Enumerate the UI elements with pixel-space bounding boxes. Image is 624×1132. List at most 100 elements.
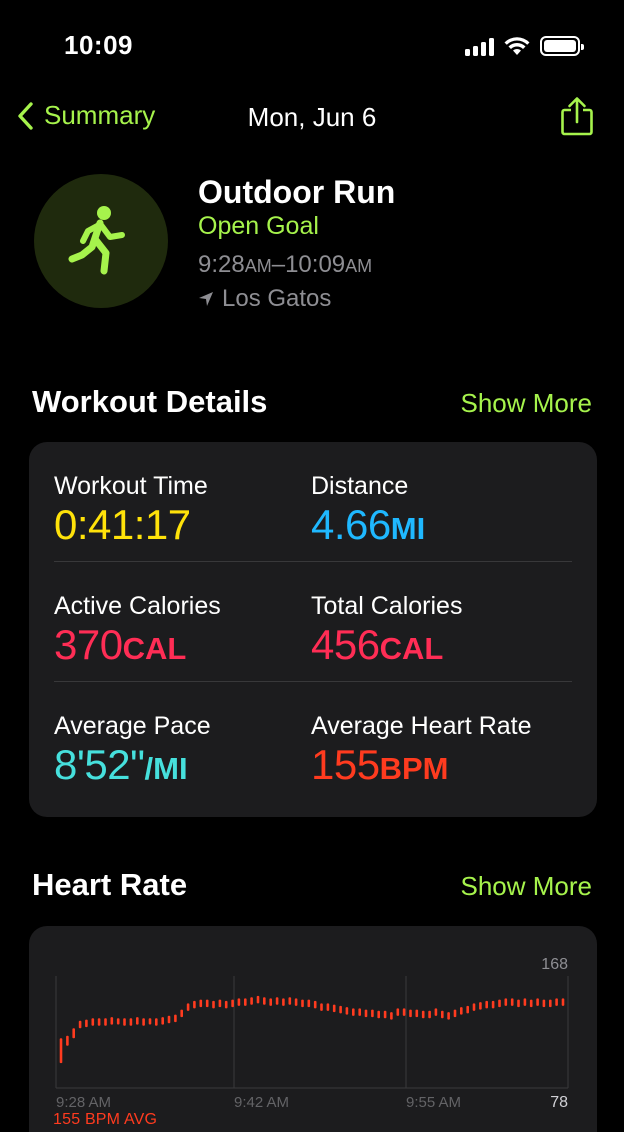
heart-rate-bar — [510, 998, 514, 1006]
workout-details-show-more[interactable]: Show More — [461, 388, 593, 419]
heart-rate-bar — [231, 999, 234, 1008]
heart-rate-card[interactable]: 9:28 AM 9:42 AM 9:55 AM 168 78 155 BPM AVG — [29, 926, 597, 1132]
heart-rate-bar — [313, 1000, 317, 1009]
heart-rate-bar — [224, 1000, 228, 1009]
average-heart-rate-metric: Average Heart Rate 155BPM — [311, 712, 532, 788]
heart-rate-bar — [142, 1018, 145, 1026]
heart-rate-bar — [358, 1008, 361, 1016]
heart-rate-bar — [371, 1009, 374, 1018]
total-calories-metric: Total Calories 456CAL — [311, 592, 463, 668]
x-tick-label: 9:28 AM — [56, 1094, 111, 1111]
workout-info: Outdoor Run Open Goal 9:28AM–10:09AM Los… — [198, 172, 395, 315]
status-time: 10:09 — [64, 30, 133, 60]
heart-rate-bar — [409, 1009, 412, 1018]
chevron-left-icon — [18, 101, 33, 130]
heart-rate-bar — [205, 999, 209, 1008]
heart-rate-chart: 9:28 AM 9:42 AM 9:55 AM 168 78 — [55, 956, 569, 1111]
heart-rate-bar — [332, 1004, 336, 1013]
heart-rate-bar — [396, 1008, 400, 1016]
heart-rate-bar — [161, 1017, 164, 1025]
distance-metric: Distance 4.66MI — [311, 472, 426, 548]
heart-rate-bar — [244, 998, 247, 1006]
heart-rate-bar — [237, 998, 241, 1006]
y-min-label: 78 — [550, 1094, 568, 1111]
heart-rate-bar — [193, 1000, 196, 1009]
heart-rate-bar — [129, 1018, 133, 1026]
heart-rate-bar — [275, 997, 279, 1005]
location-arrow-icon — [199, 292, 213, 306]
detail-row: Active Calories 370CAL Total Calories 45… — [54, 562, 572, 682]
wifi-icon — [504, 37, 530, 55]
heart-rate-bar — [352, 1008, 355, 1016]
running-figure-icon — [68, 206, 125, 275]
heart-rate-bar — [269, 998, 272, 1006]
battery-icon — [540, 36, 584, 56]
workout-goal: Open Goal — [198, 212, 319, 240]
heart-rate-bar — [441, 1010, 444, 1019]
workout-type-badge — [34, 174, 168, 308]
heart-rate-bar — [466, 1005, 469, 1014]
heart-rate-bar — [345, 1007, 349, 1015]
share-button[interactable] — [560, 96, 594, 141]
heart-rate-bar — [174, 1014, 177, 1023]
heart-rate-bar — [536, 998, 539, 1006]
detail-row: Workout Time 0:41:17 Distance 4.66MI — [54, 442, 572, 562]
status-icons — [465, 36, 584, 56]
workout-title: Outdoor Run — [198, 174, 396, 210]
heart-rate-bar — [377, 1010, 380, 1019]
heart-rate-bar — [212, 1000, 215, 1009]
heart-rate-bar — [472, 1003, 476, 1011]
heart-rate-bar — [294, 998, 298, 1006]
status-bar: 10:09 — [0, 0, 624, 96]
heart-rate-bar — [498, 999, 501, 1008]
y-max-label: 168 — [541, 956, 568, 973]
heart-rate-bar — [148, 1018, 152, 1025]
heart-rate-bar — [104, 1018, 107, 1026]
heart-rate-bar — [85, 1019, 88, 1028]
heart-rate-bar — [491, 1000, 495, 1009]
detail-row: Average Pace 8'52"/MI Average Heart Rate… — [54, 682, 572, 802]
back-button[interactable]: Summary — [16, 100, 155, 131]
heart-rate-bar — [263, 997, 266, 1005]
heart-rate-bar — [288, 997, 292, 1005]
section-title: Heart Rate — [32, 867, 188, 902]
heart-rate-bar — [186, 1003, 190, 1011]
heart-rate-bar — [59, 1038, 63, 1064]
heart-rate-bar — [421, 1010, 425, 1019]
heart-rate-bar — [555, 998, 558, 1006]
heart-rate-bar — [136, 1017, 139, 1025]
heart-rate-bar — [517, 999, 520, 1008]
heart-rate-bar — [453, 1009, 457, 1018]
heart-rate-bar — [66, 1035, 69, 1046]
workout-header: Outdoor Run Open Goal 9:28AM–10:09AM Los… — [0, 170, 624, 320]
heart-rate-bar — [434, 1008, 438, 1016]
heart-rate-bar — [383, 1010, 387, 1019]
heart-rate-bar — [523, 998, 527, 1006]
heart-rate-bar — [561, 998, 565, 1006]
x-tick-label: 9:55 AM — [406, 1094, 461, 1111]
heart-rate-bar — [180, 1009, 183, 1018]
heart-rate-bar — [97, 1018, 101, 1026]
heart-rate-bar — [447, 1012, 450, 1020]
heart-rate-bar — [479, 1002, 482, 1010]
heart-rate-bar — [123, 1018, 126, 1026]
heart-rate-header: Heart Rate Show More — [32, 867, 592, 903]
heart-rate-bar — [167, 1015, 171, 1024]
workout-details-header: Workout Details Show More — [32, 384, 592, 420]
heart-rate-bar — [218, 999, 222, 1008]
heart-rate-bar — [485, 1000, 488, 1009]
workout-time-range: 9:28AM–10:09AM — [198, 251, 373, 278]
heart-rate-bar — [504, 998, 508, 1006]
active-calories-metric: Active Calories 370CAL — [54, 592, 221, 668]
workout-time-metric: Workout Time 0:41:17 — [54, 472, 208, 548]
heart-rate-bar — [116, 1018, 120, 1025]
heart-rate-bar — [549, 999, 552, 1008]
heart-rate-bar — [402, 1008, 406, 1016]
heart-rate-bar — [307, 999, 311, 1008]
heart-rate-show-more[interactable]: Show More — [461, 871, 593, 902]
heart-rate-bar — [110, 1017, 114, 1025]
heart-rate-bar — [91, 1018, 95, 1026]
heart-rate-bar — [155, 1018, 158, 1026]
heart-rate-bar — [320, 1003, 323, 1011]
heart-rate-bar — [428, 1010, 431, 1019]
